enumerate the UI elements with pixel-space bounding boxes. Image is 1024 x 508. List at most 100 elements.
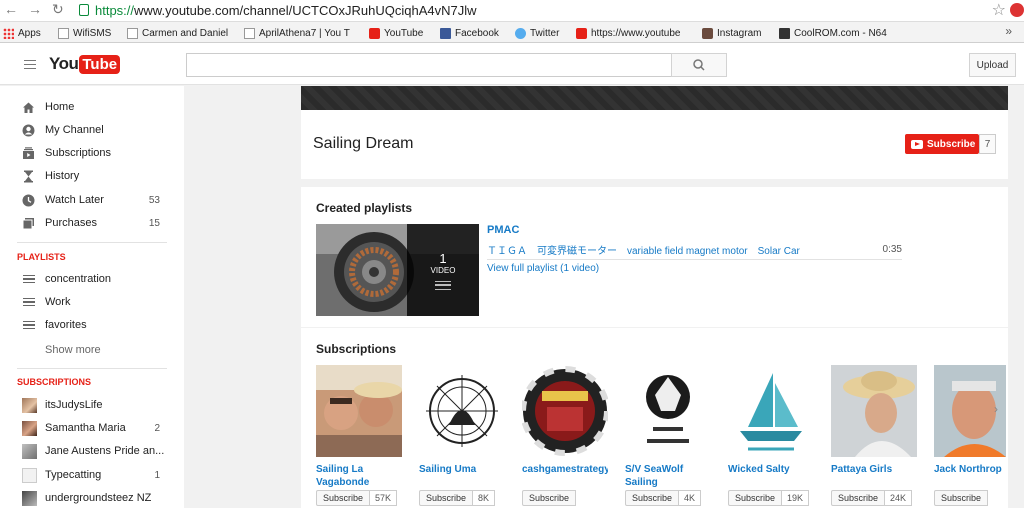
bookmark-facebook[interactable]: Facebook <box>440 26 504 40</box>
view-full-playlist-link[interactable]: View full playlist (1 video) <box>487 263 599 274</box>
sidebar-item-playlist-work[interactable]: Work <box>0 292 184 312</box>
sidebar-item-playlist-concentration[interactable]: concentration <box>0 269 184 289</box>
bookmark-label: AprilAthena7 | You T <box>259 27 350 39</box>
channel-thumbnail <box>520 365 610 457</box>
sidebar-item-label: itsJudysLife <box>45 399 103 411</box>
sidebar-item-subscriptions[interactable]: Subscriptions <box>0 143 184 163</box>
sidebar-item-my-channel[interactable]: My Channel <box>0 120 184 140</box>
hourglass-icon <box>24 170 33 182</box>
playlist-title-link[interactable]: PMAC <box>487 224 519 236</box>
avatar <box>22 397 37 413</box>
sidebar-item-home[interactable]: Home <box>0 97 184 117</box>
youtube-logo[interactable]: You Tube <box>49 53 121 75</box>
forward-arrow-icon[interactable]: → <box>28 1 42 17</box>
bookmark-coolrom[interactable]: CoolROM.com - N64 <box>779 26 891 40</box>
channel-card-wicked-salty[interactable]: Wicked Salty Subscribe 19K <box>728 365 814 506</box>
search-icon <box>693 59 705 71</box>
bookmark-star-icon[interactable]: ☆ <box>992 0 1006 20</box>
sidebar-item-label: Typecatting <box>45 469 102 481</box>
channel-card-jack-northrop[interactable]: Jack Northrop Subscribe <box>934 365 1006 506</box>
sidebar-item-watch-later[interactable]: Watch Later 53 <box>0 190 184 210</box>
mini-subscribe-button[interactable]: Subscribe 57K <box>316 490 402 506</box>
channel-name[interactable]: Wicked Salty <box>728 463 814 489</box>
subscribe-button[interactable]: Subscribe <box>905 134 979 154</box>
channel-card-pattaya-girls[interactable]: Pattaya Girls Subscribe 24K <box>831 365 917 506</box>
channel-name[interactable]: cashgamestrategy <box>522 463 608 489</box>
channel-card-cashgamestrategy[interactable]: cashgamestrategy Subscribe <box>520 365 610 506</box>
bookmark-label: https://www.youtube <box>591 27 681 39</box>
bookmark-twitter[interactable]: Twitter <box>515 26 567 40</box>
bookmark-label: Carmen and Daniel <box>142 27 229 39</box>
subscriptions-heading: SUBSCRIPTIONS <box>17 377 92 387</box>
sidebar-sub-samantha-maria[interactable]: Samantha Maria 2 <box>0 418 184 438</box>
channel-name[interactable]: Sailing La Vagabonde <box>316 463 402 489</box>
sidebar-item-playlist-favorites[interactable]: favorites <box>0 315 184 335</box>
subscribe-label: Subscribe <box>927 138 976 150</box>
bookmarks-overflow[interactable]: » <box>1005 24 1012 38</box>
sidebar-item-purchases[interactable]: Purchases 15 <box>0 213 184 233</box>
channel-card-sv-seawolf[interactable]: S/V SeaWolf Sailing Subscribe 4K <box>625 365 711 506</box>
channel-thumbnail <box>728 365 814 457</box>
sidebar-sub-itsjudyslife[interactable]: itsJudysLife <box>0 395 184 415</box>
show-more-link[interactable]: Show more <box>45 344 101 356</box>
search-button[interactable] <box>671 53 727 77</box>
upload-button[interactable]: Upload <box>969 53 1016 77</box>
sidebar-item-label: My Channel <box>45 124 104 136</box>
channel-thumbnail <box>625 365 711 457</box>
playlist-icon <box>435 280 451 290</box>
sidebar-item-count: 2 <box>154 422 160 434</box>
youtube-icon <box>369 27 380 39</box>
playlist-icon <box>23 298 35 306</box>
mini-subscribe-button[interactable]: Subscribe <box>934 490 1006 506</box>
mini-subscribe-button[interactable]: Subscribe <box>522 490 608 506</box>
avatar <box>22 443 37 459</box>
sidebar-item-label: Watch Later <box>45 194 104 206</box>
avatar <box>22 420 37 436</box>
url-field[interactable]: https://www.youtube.com/channel/UCTCOxJR… <box>95 3 477 18</box>
lock-icon <box>79 4 89 16</box>
mini-subscribe-button[interactable]: Subscribe 19K <box>728 490 814 506</box>
created-playlists-section: Created playlists 1 VIDEO PMAC ＴＩＧＡ 可変界磁… <box>301 187 1008 327</box>
playlist-video-row[interactable]: ＴＩＧＡ 可変界磁モーター variable field magnet moto… <box>487 242 902 260</box>
logo-tube-text: Tube <box>79 54 121 74</box>
bookmark-aprilathena[interactable]: AprilAthena7 | You T <box>244 26 357 40</box>
bookmark-youtube-url[interactable]: https://www.youtube <box>576 26 689 40</box>
apps-grid-icon <box>3 27 14 39</box>
back-arrow-icon[interactable]: ← <box>4 1 18 17</box>
channel-name[interactable]: Jack Northrop <box>934 463 1006 489</box>
sidebar-sub-undergroundsteez[interactable]: undergroundsteez NZ <box>0 488 184 508</box>
subscriptions-section: Subscriptions Sailing La Vagabonde Subsc… <box>301 328 1008 508</box>
subscriptions-shelf: Sailing La Vagabonde Subscribe 57K Saili… <box>316 365 1006 506</box>
mini-subscriber-count: 8K <box>473 490 496 506</box>
search-input[interactable] <box>186 53 672 77</box>
channel-name[interactable]: S/V SeaWolf Sailing <box>625 463 711 489</box>
reload-icon[interactable]: ↻ <box>52 1 64 18</box>
channel-name[interactable]: Sailing Uma <box>419 463 505 489</box>
bookmark-youtube[interactable]: YouTube <box>369 26 429 40</box>
channel-card-sailing-la-vagabonde[interactable]: Sailing La Vagabonde Subscribe 57K <box>316 365 402 506</box>
mini-subscriber-count: 24K <box>885 490 913 506</box>
mini-subscribe-label: Subscribe <box>934 490 989 506</box>
bookmark-label: CoolROM.com - N64 <box>794 27 887 39</box>
channel-name[interactable]: Pattaya Girls <box>831 463 917 489</box>
bookmark-apps[interactable]: Apps <box>3 26 53 40</box>
sidebar-item-history[interactable]: History <box>0 166 184 186</box>
guide-menu-icon[interactable] <box>24 60 36 69</box>
mini-subscribe-label: Subscribe <box>728 490 783 506</box>
sidebar-sub-jane-austens[interactable]: Jane Austens Pride an... <box>0 441 184 461</box>
channel-card-sailing-uma[interactable]: Sailing Uma Subscribe 8K <box>419 365 505 506</box>
sidebar-item-count: 15 <box>148 217 160 229</box>
sidebar-item-label: History <box>45 170 80 182</box>
bookmark-wifisms[interactable]: WifiSMS <box>58 26 118 40</box>
extension-icon[interactable] <box>1010 3 1024 17</box>
bookmark-instagram[interactable]: Instagram <box>702 26 770 40</box>
mini-subscribe-button[interactable]: Subscribe 8K <box>419 490 505 506</box>
mini-subscribe-button[interactable]: Subscribe 24K <box>831 490 917 506</box>
shelf-next-arrow-icon[interactable]: › <box>994 402 998 416</box>
playlist-video-label: VIDEO <box>430 265 456 275</box>
page-icon <box>58 27 69 39</box>
playlist-thumbnail[interactable]: 1 VIDEO <box>316 224 479 316</box>
bookmark-carmen-daniel[interactable]: Carmen and Daniel <box>127 26 235 40</box>
mini-subscribe-button[interactable]: Subscribe 4K <box>625 490 711 506</box>
sidebar-sub-typecatting[interactable]: Typecatting 1 <box>0 465 184 485</box>
